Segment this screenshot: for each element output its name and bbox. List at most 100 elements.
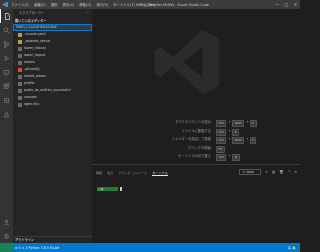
source-control-activity[interactable]	[0, 37, 13, 51]
status-right[interactable]: ☺ 🔔	[288, 246, 296, 250]
tab-terminal[interactable]: ターミナル	[152, 170, 168, 176]
keybinding-key: Shift	[232, 120, 244, 127]
tree-item-label: .vscode.yaml	[24, 32, 46, 36]
source-control-icon	[3, 40, 10, 48]
remote-explorer-icon	[3, 69, 10, 75]
gear-icon	[4, 233, 9, 239]
close-panel-icon[interactable]: ✕	[294, 170, 297, 174]
split-terminal-icon[interactable]: ▥	[272, 170, 275, 174]
file-icon	[18, 74, 22, 79]
accounts-activity[interactable]	[0, 215, 13, 229]
files-icon	[4, 12, 10, 20]
menu-go[interactable]: 移動(G)	[79, 2, 91, 7]
key-separator: +	[245, 137, 249, 141]
file-icon	[18, 95, 22, 100]
vscode-logo-icon	[3, 2, 8, 7]
maximize-panel-icon[interactable]: ^	[287, 170, 290, 174]
trash-icon[interactable]: 🗑	[279, 170, 283, 174]
shortcut-row: フォルダーを指定して検索 Ctrl + Shift + F	[92, 136, 300, 144]
minimize-button[interactable]: —	[273, 0, 282, 9]
tree-item[interactable]: audio_as_written_successful	[13, 87, 92, 94]
tree-item[interactable]: lower_logout	[13, 52, 92, 59]
tab-problems[interactable]: 問題	[96, 170, 102, 176]
explorer-header: エクスプローラー ···	[13, 9, 92, 18]
tree-item[interactable]: lowers	[13, 59, 92, 66]
tree-item-label: agen.hits	[24, 102, 40, 106]
keybinding-key: Ctrl	[216, 120, 227, 127]
menu-file[interactable]: ファイル(F)	[11, 2, 29, 7]
workspace-folder[interactable]: MWG_CLASSIFIER-M-WW	[13, 24, 92, 31]
flask-icon	[3, 111, 10, 117]
file-icon	[18, 102, 22, 107]
extensions-icon	[3, 82, 10, 89]
more-actions-icon[interactable]: ···	[86, 9, 89, 18]
keybinding-key: Shift	[232, 137, 244, 144]
testing-activity[interactable]	[0, 107, 13, 121]
shortcut-label: フォルダーを指定して検索	[171, 137, 211, 141]
python-icon	[4, 97, 9, 103]
shortcut-row: すべてのコマンドの表示 Ctrl + Shift + P	[92, 119, 300, 127]
keybinding-key: Ctrl	[216, 154, 227, 161]
menu-terminal[interactable]: ターミナル(T)	[113, 2, 135, 7]
menu-edit[interactable]: 編集(E)	[34, 2, 46, 7]
folder-icon	[18, 53, 22, 58]
shortcut-row: ターミナルの切り替え Ctrl + @	[92, 153, 300, 161]
menu-view[interactable]: 表示(V)	[63, 2, 75, 7]
file-tree: .vscode.yaml _episode_server lower_history…	[13, 31, 92, 108]
explorer-activity[interactable]	[0, 9, 13, 23]
extensions-activity[interactable]	[0, 79, 13, 93]
tree-item[interactable]: _episode_server	[13, 38, 92, 45]
tree-item-label: lowers	[24, 60, 35, 64]
tree-item[interactable]: .gitconfig	[13, 66, 92, 73]
tree-item-label: audio_as_written_successful	[24, 88, 71, 92]
tab-output[interactable]: 出力	[107, 170, 113, 176]
tree-item-label: _episode_server	[24, 39, 51, 43]
status-bar: ⊗ 0 ⚠ 0 Python 3.6.9 64-bit ☺ 🔔	[0, 243, 300, 252]
close-button[interactable]: ✕	[291, 0, 300, 9]
shortcut-row: ファイルに移動する Ctrl + P	[92, 128, 300, 136]
tree-item-label: lower_history	[24, 46, 47, 50]
shortcut-label: ファイルに移動する	[181, 128, 211, 133]
search-activity[interactable]	[0, 23, 13, 37]
key-separator: +	[228, 137, 232, 141]
status-left[interactable]: ⊗ 0 ⚠ 0 Python 3.6.9 64-bit	[15, 246, 59, 250]
tree-item[interactable]: .vscode.yaml	[13, 31, 92, 38]
outline-section[interactable]: アウトライン	[13, 236, 94, 243]
activity-bottom	[0, 215, 13, 243]
folder-icon	[18, 46, 22, 51]
tree-item-label: profile	[24, 81, 35, 85]
folder-name: MWG_CLASSIFIER-M-WW	[16, 25, 57, 29]
folder-icon	[18, 39, 22, 44]
python-activity[interactable]	[0, 93, 13, 107]
terminal-content[interactable]: ~/$	[97, 187, 122, 191]
key-separator: +	[228, 128, 232, 133]
tree-item-label: .gitconfig	[24, 67, 40, 71]
file-icon	[18, 81, 22, 86]
menu-run[interactable]: 実行(R)	[96, 2, 108, 7]
shortcut-keys: F5	[216, 145, 226, 153]
window-controls: — ▢ ✕	[273, 0, 300, 9]
keybinding-key: P	[232, 128, 239, 136]
tree-item[interactable]: console	[13, 94, 92, 101]
tree-item[interactable]: lower_history	[13, 45, 92, 52]
editor-area: すべてのコマンドの表示 Ctrl + Shift + P ファイルに移動する Ctrl + P フォ…	[92, 9, 300, 164]
new-terminal-icon[interactable]: +	[265, 170, 268, 174]
tree-item[interactable]: model_elearn	[13, 73, 92, 80]
maximize-button[interactable]: ▢	[282, 0, 291, 9]
settings-activity[interactable]	[0, 229, 13, 243]
shortcut-keys: Ctrl + Shift + P	[216, 119, 258, 127]
run-debug-activity[interactable]	[0, 51, 13, 65]
terminal-select[interactable]: 1: bash	[239, 169, 262, 175]
menu-selection[interactable]: 選択	[51, 2, 58, 7]
keybinding-key: Ctrl	[216, 128, 227, 136]
remote-indicator[interactable]	[0, 243, 13, 252]
tab-debug-console[interactable]: デバッグ コンソール	[118, 170, 147, 176]
keybinding-key: F	[249, 137, 257, 144]
account-icon	[4, 219, 9, 225]
terminal-cursor	[120, 187, 122, 191]
tree-item[interactable]: profile	[13, 80, 92, 87]
tree-item[interactable]: agen.hits	[13, 101, 92, 108]
panel-tabs: 問題 出力 デバッグ コンソール ターミナル	[96, 170, 173, 176]
remote-activity[interactable]	[0, 65, 13, 79]
shortcut-label: ターミナルの切り替え	[178, 154, 211, 158]
